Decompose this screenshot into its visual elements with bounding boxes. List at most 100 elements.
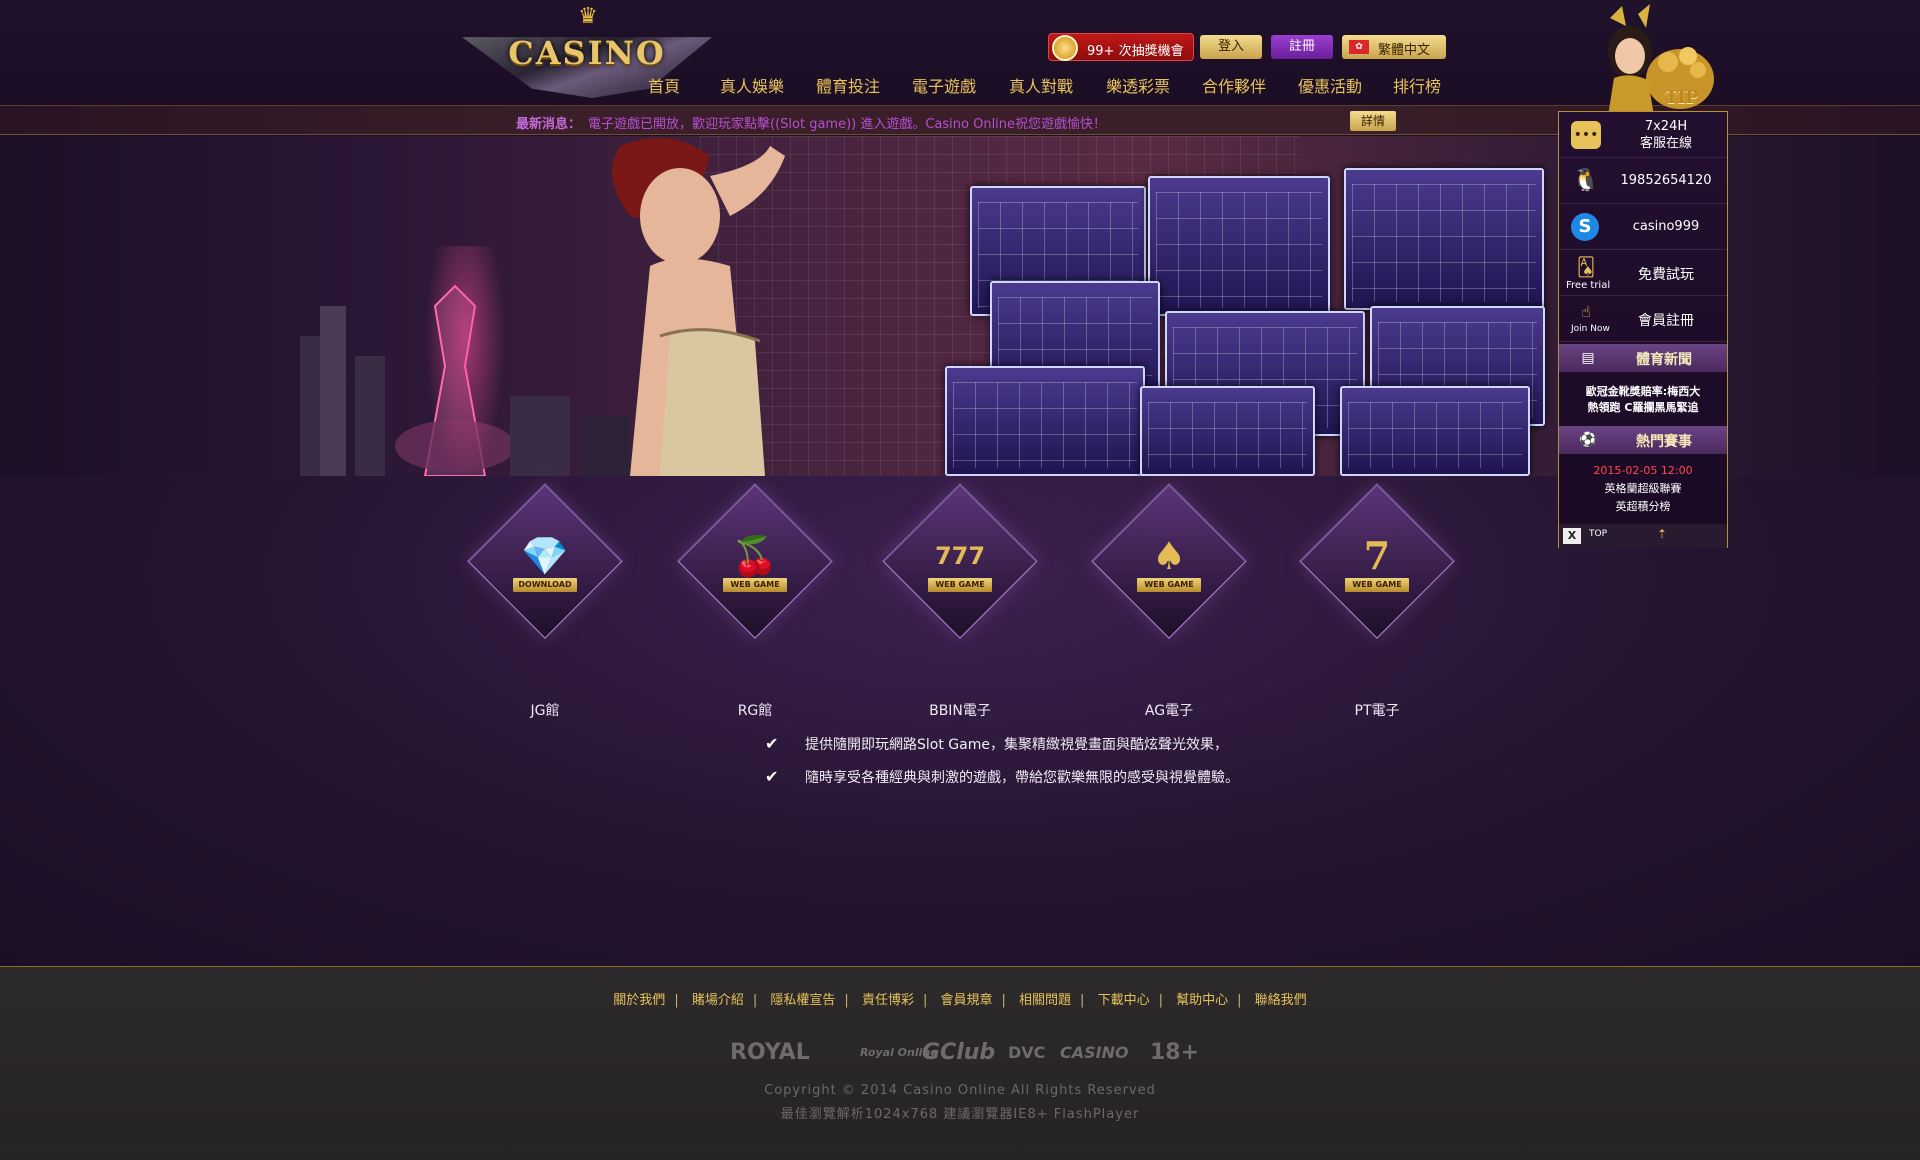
games-section: 💎 DOWNLOAD JG館 🍒 WEB GAME RG館 777 WEB GA… bbox=[0, 476, 1920, 966]
footer-link-member-rules[interactable]: 會員規章 bbox=[940, 993, 992, 1008]
slot-preview-8 bbox=[1140, 386, 1315, 476]
coin-icon bbox=[1052, 35, 1078, 61]
cherries-icon: 🍒 bbox=[731, 534, 779, 578]
join-caption: Join Now bbox=[1571, 324, 1610, 334]
web-game-badge: WEB GAME bbox=[723, 578, 787, 592]
live-support-row[interactable]: ••• 7x24H 客服在線 bbox=[1559, 112, 1727, 158]
free-trial-label: 免費試玩 bbox=[1638, 267, 1694, 283]
event-name: 英超積分榜 bbox=[1615, 500, 1671, 513]
web-game-badge: WEB GAME bbox=[928, 578, 992, 592]
sports-news-line: 熱領跑 C羅攔黑馬緊追 bbox=[1587, 401, 1699, 414]
qq-row[interactable]: 🐧 19852654120 bbox=[1559, 158, 1727, 204]
join-icon: ☝ bbox=[1581, 302, 1591, 321]
hot-events-header[interactable]: ⚽ 熱門賽事 bbox=[1559, 426, 1727, 454]
hot-events-title: 熱門賽事 bbox=[1636, 434, 1692, 450]
qq-penguin-icon: 🐧 bbox=[1572, 168, 1600, 193]
game-tile-ag[interactable]: ♠ WEB GAME AG電子 bbox=[1074, 483, 1264, 719]
skype-icon: S bbox=[1571, 213, 1599, 241]
lottery-button[interactable]: 99+ 次抽獎機會 bbox=[1048, 33, 1194, 61]
footer-link-faq[interactable]: 相關問題 bbox=[1019, 993, 1071, 1008]
game-name: RG館 bbox=[737, 703, 773, 719]
service-hours: 7x24H bbox=[1644, 119, 1688, 134]
cards-icon: 🂡 bbox=[1576, 257, 1596, 278]
nav-item-ranking[interactable]: 排行榜 bbox=[1393, 73, 1441, 97]
footer-link-contact[interactable]: 聯絡我們 bbox=[1255, 993, 1307, 1008]
nav-item-slot-games[interactable]: 電子遊戲 bbox=[912, 73, 976, 97]
nav-item-live-battle[interactable]: 真人對戰 bbox=[1009, 73, 1073, 97]
sports-news-line: 歐冠金靴獎賠率:梅西大 bbox=[1585, 385, 1701, 398]
logo-text: CASINO bbox=[508, 34, 666, 72]
nav-item-promotions[interactable]: 優惠活動 bbox=[1298, 73, 1362, 97]
partner-logo-gclub: GClub bbox=[922, 1040, 996, 1065]
tip-label: TIP bbox=[1665, 88, 1699, 108]
seven-icon: 7 bbox=[1363, 533, 1391, 578]
spade-icon: ♠ bbox=[1151, 534, 1187, 578]
event-time: 2015-02-05 12:00 bbox=[1593, 464, 1693, 477]
arrow-up-icon[interactable]: ⇡ bbox=[1654, 527, 1670, 541]
close-icon[interactable]: X bbox=[1563, 528, 1581, 544]
check-icon: ✔ bbox=[765, 734, 779, 753]
newspaper-icon: ▤ bbox=[1581, 350, 1595, 366]
login-button[interactable]: 登入 bbox=[1200, 35, 1262, 59]
slot-machine-icon: 777 bbox=[934, 542, 986, 570]
free-trial-row[interactable]: 🂡 Free trial 免費試玩 bbox=[1559, 250, 1727, 296]
slot-preview-7 bbox=[945, 366, 1145, 476]
feature-text: 隨時享受各種經典與刺激的遊戲，帶給您歡樂無限的感受與視覺體驗。 bbox=[805, 770, 1239, 786]
footer-link-help[interactable]: 幫助中心 bbox=[1176, 993, 1228, 1008]
browser-note: 最佳瀏覽解析1024x768 建議瀏覽器IE8+ FlashPlayer bbox=[780, 1107, 1140, 1122]
footer-links: 關於我們 | 賭場介紹 | 隱私權宣告 | 責任博彩 | 會員規章 | 相關問題 | 下載中… bbox=[613, 993, 1307, 1008]
news-ticker[interactable]: 電子遊戲已開放，歡迎玩家點擊((Slot game)) 進入遊戲。Casino … bbox=[588, 113, 1106, 132]
feature-text: 提供隨開即玩網路Slot Game，集聚精緻視覺畫面與酷炫聲光效果， bbox=[805, 737, 1228, 753]
sports-news-title: 體育新聞 bbox=[1636, 352, 1692, 368]
footer-link-about[interactable]: 關於我們 bbox=[613, 993, 665, 1008]
tower-glow bbox=[425, 246, 505, 476]
footer-link-responsible-gaming[interactable]: 責任博彩 bbox=[862, 993, 914, 1008]
sports-news-item[interactable]: 歐冠金靴獎賠率:梅西大 熱領跑 C羅攔黑馬緊追 bbox=[1559, 384, 1727, 416]
footer-link-casino-intro[interactable]: 賭場介紹 bbox=[692, 993, 744, 1008]
web-game-badge: WEB GAME bbox=[1137, 578, 1201, 592]
qq-number: 19852654120 bbox=[1620, 173, 1712, 188]
game-name: BBIN電子 bbox=[929, 703, 991, 719]
slot-preview-3 bbox=[1344, 168, 1544, 310]
language-button[interactable]: ✿ 繁體中文 bbox=[1342, 35, 1446, 59]
tip-mascot[interactable]: TIP bbox=[1570, 4, 1720, 116]
footer-link-download[interactable]: 下載中心 bbox=[1098, 993, 1150, 1008]
language-label: 繁體中文 bbox=[1378, 43, 1431, 58]
sports-news-header[interactable]: ▤ 體育新聞 bbox=[1559, 344, 1727, 372]
join-label: 會員註冊 bbox=[1638, 313, 1694, 329]
partner-logo-royal: ROYAL bbox=[730, 1040, 810, 1065]
side-panel-bottom-bar: X TOP ⇡ bbox=[1559, 524, 1727, 548]
game-tile-pt[interactable]: 7 WEB GAME PT電子 bbox=[1282, 483, 1472, 719]
soccer-ball-icon: ⚽ bbox=[1579, 432, 1597, 448]
back-to-top-label[interactable]: TOP bbox=[1589, 529, 1607, 539]
game-name: AG電子 bbox=[1144, 703, 1194, 719]
web-game-badge: WEB GAME bbox=[1345, 578, 1409, 592]
nav-item-lottery[interactable]: 樂透彩票 bbox=[1106, 73, 1170, 97]
nav-item-partners[interactable]: 合作夥伴 bbox=[1202, 73, 1266, 97]
join-row[interactable]: ☝ Join Now 會員註冊 bbox=[1559, 296, 1727, 342]
side-panel: ••• 7x24H 客服在線 🐧 19852654120 S casino999… bbox=[1558, 111, 1728, 548]
game-tile-bbin[interactable]: 777 WEB GAME BBIN電子 bbox=[865, 483, 1055, 719]
skype-id: casino999 bbox=[1632, 219, 1700, 234]
game-tile-jg[interactable]: 💎 DOWNLOAD JG館 bbox=[450, 483, 640, 719]
partner-logo-casino: CASINO bbox=[1060, 1043, 1129, 1062]
nav-item-live-casino[interactable]: 真人娛樂 bbox=[720, 73, 784, 97]
nav-item-sports[interactable]: 體育投注 bbox=[816, 73, 880, 97]
download-badge: DOWNLOAD bbox=[513, 578, 577, 592]
footer: 關於我們 | 賭場介紹 | 隱私權宣告 | 責任博彩 | 會員規章 | 相關問題 | 下載中… bbox=[0, 966, 1920, 1160]
service-online: 客服在線 bbox=[1639, 136, 1692, 151]
game-tile-rg[interactable]: 🍒 WEB GAME RG館 bbox=[660, 483, 850, 719]
age-restriction-badge: 18+ bbox=[1150, 1040, 1200, 1065]
register-button[interactable]: 註冊 bbox=[1271, 35, 1333, 59]
news-more-button[interactable]: 詳情 bbox=[1350, 111, 1396, 131]
nav-item-home[interactable]: 首頁 bbox=[648, 73, 680, 97]
chat-icon: ••• bbox=[1571, 121, 1601, 149]
check-icon: ✔ bbox=[765, 767, 779, 786]
hostess-image bbox=[612, 138, 785, 476]
news-tag: 最新消息： bbox=[516, 117, 582, 132]
footer-link-privacy[interactable]: 隱私權宣告 bbox=[770, 993, 835, 1008]
partner-logos: ROYAL Royal Online GClub DVC CASINO 18+ bbox=[730, 1033, 1199, 1073]
diamond-icon: 💎 bbox=[521, 534, 569, 578]
skype-row[interactable]: S casino999 bbox=[1559, 204, 1727, 250]
hot-event-item[interactable]: 2015-02-05 12:00 英格蘭超級聯賽 英超積分榜 bbox=[1559, 462, 1727, 516]
